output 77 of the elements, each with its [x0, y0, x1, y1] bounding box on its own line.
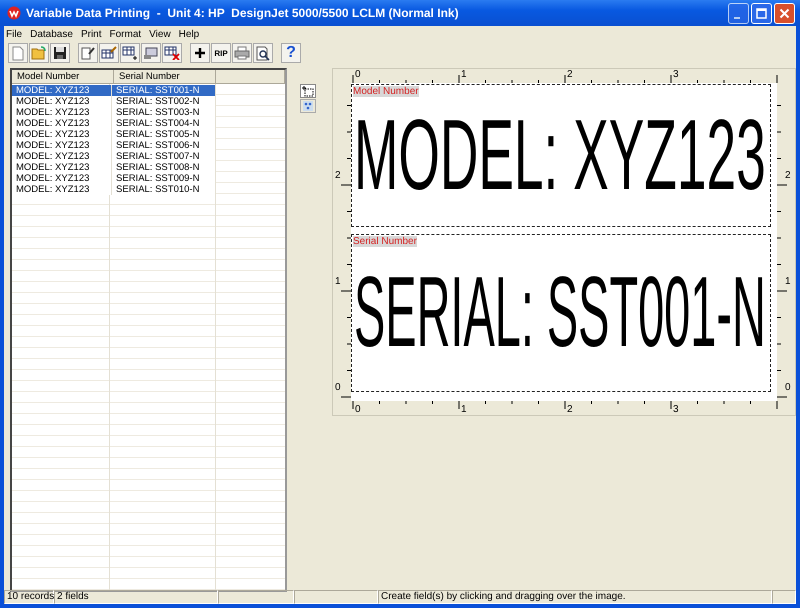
help-button[interactable]: ? — [281, 43, 301, 63]
ruler-label: 2 — [335, 171, 341, 181]
minimize-button[interactable] — [728, 2, 749, 24]
table-cell-text: MODEL: XYZ123 — [15, 140, 90, 151]
document-edit-icon[interactable] — [78, 43, 98, 63]
table-cell-text: MODEL: XYZ123 — [15, 162, 90, 173]
menu-item[interactable]: Format — [110, 28, 142, 40]
table-row[interactable]: MODEL: XYZ123 SERIAL: SST009-N — [12, 173, 215, 184]
table-row[interactable]: MODEL: XYZ123 SERIAL: SST008-N — [12, 162, 215, 173]
ruler-label: 1 — [335, 277, 341, 287]
print-preview-icon[interactable] — [253, 43, 273, 63]
column-header[interactable]: Serial Number — [114, 70, 216, 83]
new-file-icon[interactable] — [8, 43, 28, 63]
table-cell-text: MODEL: XYZ123 — [15, 107, 90, 118]
table-cell-text: MODEL: XYZ123 — [15, 118, 90, 129]
table-row[interactable]: MODEL: XYZ123 SERIAL: SST004-N — [12, 118, 215, 129]
table-cell-text: MODEL: XYZ123 — [15, 184, 90, 195]
save-icon[interactable] — [50, 43, 70, 63]
table-row[interactable]: MODEL: XYZ123 SERIAL: SST006-N — [12, 140, 215, 151]
field-label: Model Number — [353, 86, 419, 97]
menu-item[interactable]: File — [6, 28, 22, 40]
printer-icon[interactable] — [232, 43, 252, 63]
table-row[interactable]: MODEL: XYZ123 SERIAL: SST001-N — [12, 85, 215, 96]
table-cell-text: MODEL: XYZ123 — [15, 173, 90, 184]
table-cell-text: MODEL: XYZ123 — [15, 96, 90, 107]
dots-tool-icon[interactable] — [300, 99, 316, 113]
ruler-label: 3 — [673, 70, 679, 80]
status-panel — [772, 590, 796, 604]
plus-icon[interactable] — [190, 43, 210, 63]
field-label: Serial Number — [353, 236, 417, 247]
select-tool-icon[interactable] — [300, 84, 316, 98]
table-row[interactable]: MODEL: XYZ123 SERIAL: SST007-N — [12, 151, 215, 162]
ruler-label: 1 — [785, 277, 791, 287]
ruler-label: 0 — [355, 405, 361, 415]
ruler-label: 3 — [673, 405, 679, 415]
table-edit-icon[interactable] — [99, 43, 119, 63]
table-delete-icon[interactable] — [162, 43, 182, 63]
table-cell-text: MODEL: XYZ123 — [15, 129, 90, 140]
data-field[interactable]: Model Number MODEL: XYZ123 — [351, 84, 771, 227]
menu-item[interactable]: Print — [80, 28, 102, 40]
data-field[interactable]: Serial Number SERIAL: SST001-N — [351, 234, 771, 392]
ruler-label: 2 — [567, 70, 573, 80]
field-value: SERIAL: SST001-N — [354, 270, 766, 354]
ruler-label: 0 — [335, 383, 341, 393]
table-cell-text: MODEL: XYZ123 — [15, 85, 90, 96]
maximize-button[interactable] — [751, 2, 772, 24]
minimize-icon — [734, 16, 740, 18]
table-row[interactable]: MODEL: XYZ123 SERIAL: SST002-N — [12, 96, 215, 107]
status-message: Create field(s) by clicking and dragging over the image. — [378, 590, 772, 604]
rip-button[interactable]: RIP — [211, 43, 231, 63]
folder-icon[interactable] — [29, 43, 49, 63]
status-fields: 2 fields — [54, 590, 218, 604]
ruler-label: 1 — [461, 405, 467, 415]
table-cell: SERIAL: SST010-N — [111, 184, 215, 195]
table-cell-text: MODEL: XYZ123 — [15, 151, 90, 162]
column-header[interactable]: Model Number — [12, 70, 114, 83]
table-row[interactable]: MODEL: XYZ123 SERIAL: SST005-N — [12, 129, 215, 140]
maximize-icon — [756, 8, 767, 18]
close-button[interactable] — [774, 2, 795, 24]
close-icon — [779, 8, 790, 18]
ruler-label: 0 — [355, 70, 361, 80]
menu-item[interactable]: Help — [178, 28, 200, 40]
table-row[interactable]: MODEL: XYZ123 SERIAL: SST010-N — [12, 184, 215, 195]
ruler-label: 2 — [567, 405, 573, 415]
table-import-icon[interactable] — [141, 43, 161, 63]
menu-item[interactable]: Database — [30, 28, 73, 40]
label-page[interactable]: Model Number MODEL: XYZ123 Serial Number SERIAL: SST001-N — [351, 83, 777, 401]
table-add-icon[interactable] — [120, 43, 140, 63]
menu-item[interactable]: View — [149, 28, 171, 40]
ruler-label: 1 — [461, 70, 467, 80]
table-row[interactable]: MODEL: XYZ123 SERIAL: SST003-N — [12, 107, 215, 118]
status-records: 10 records — [4, 590, 54, 604]
app-logo-icon — [7, 6, 21, 20]
window-title: Variable Data Printing - Unit 4: HP DesignJet 5000/5500 LCLM (Normal Ink) — [26, 6, 460, 20]
field-value: MODEL: XYZ123 — [354, 113, 766, 197]
ruler-label: 0 — [785, 383, 791, 393]
ruler-label: 2 — [785, 171, 791, 181]
